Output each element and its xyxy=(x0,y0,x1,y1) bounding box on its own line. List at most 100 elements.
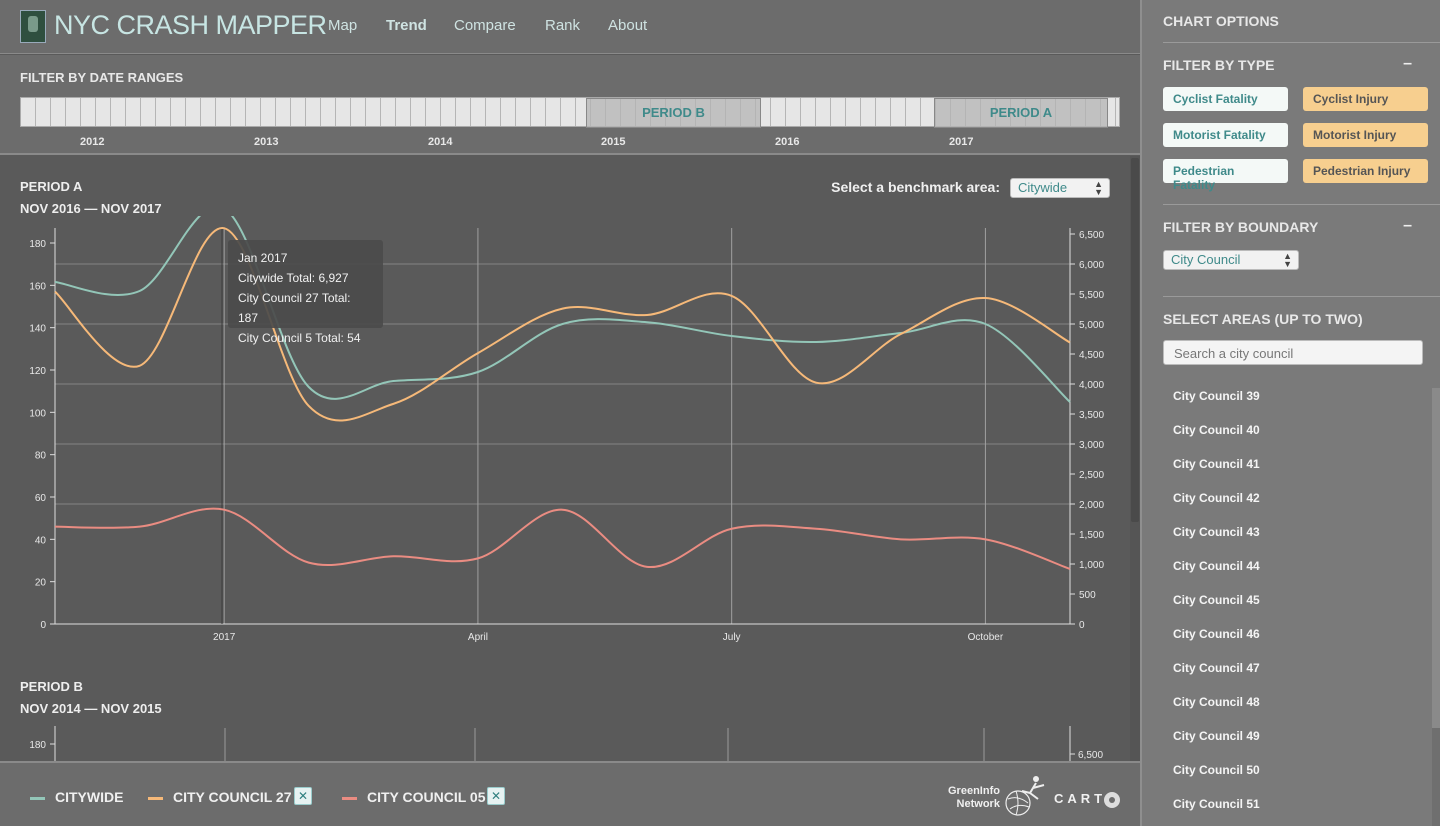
period-a-line-chart[interactable]: 0 20 40 60 80 100 120 140 160 180 0 500 1,000 1,500 2… xyxy=(0,216,1130,706)
right-y-axis: 0 500 1,000 1,500 2,000 2,500 3,000 3,500 4,000 4… xyxy=(1069,228,1104,631)
boundary-select[interactable]: City Council ▲ ▼ xyxy=(1163,250,1299,270)
select-arrows-icon: ▲ ▼ xyxy=(1094,179,1103,197)
y-tick-label: 40 xyxy=(35,535,47,546)
period-b-brush[interactable]: PERIOD B xyxy=(586,98,761,128)
area-search-input[interactable]: Search a city council xyxy=(1163,340,1423,365)
y-tick-label: 0 xyxy=(40,620,46,631)
y-tick-label: 140 xyxy=(29,324,46,335)
legend-label: CITY COUNCIL 05 xyxy=(367,789,486,805)
chart-options-sidebar: CHART OPTIONS FILTER BY TYPE – Cyclist F… xyxy=(1140,0,1440,826)
app-title[interactable]: NYC CRASH MAPPER xyxy=(54,10,327,41)
motorist-fatality-toggle[interactable]: Motorist Fatality xyxy=(1163,123,1288,147)
boundary-select-value: City Council xyxy=(1171,252,1241,267)
x-axis: 2017 April July October xyxy=(55,623,1070,643)
nav-map[interactable]: Map xyxy=(328,17,357,34)
period-a-range: NOV 2016 — NOV 2017 xyxy=(20,201,162,216)
legend-swatch xyxy=(342,796,357,800)
area-list-item[interactable]: City Council 46 xyxy=(1173,627,1260,641)
greeninfo-logo[interactable]: GreenInfo Network xyxy=(948,785,1000,811)
nav-trend[interactable]: Trend xyxy=(386,17,427,34)
trend-charts-panel: PERIOD A NOV 2016 — NOV 2017 Select a be… xyxy=(0,156,1140,761)
sidebar-divider xyxy=(1163,42,1440,43)
app-header: NYC CRASH MAPPER Map Trend Compare Rank … xyxy=(0,0,1140,54)
filter-boundary-heading: FILTER BY BOUNDARY xyxy=(1163,219,1319,235)
pedestrian-fatality-toggle[interactable]: Pedestrian Fatality xyxy=(1163,159,1288,192)
area-list-item[interactable]: City Council 44 xyxy=(1173,559,1260,573)
area-list-item[interactable]: City Council 39 xyxy=(1173,389,1260,403)
legend-swatch xyxy=(30,796,45,800)
cyclist-injury-toggle[interactable]: Cyclist Injury xyxy=(1303,87,1428,111)
y-tick-label: 0 xyxy=(1079,620,1085,631)
area-list-item[interactable]: City Council 47 xyxy=(1173,661,1260,675)
y-tick-label: 3,500 xyxy=(1079,410,1104,421)
period-a-title: PERIOD A xyxy=(20,179,83,194)
timeline-year-label: 2012 xyxy=(80,136,105,148)
sidebar-divider xyxy=(1163,296,1440,297)
motorist-injury-toggle[interactable]: Motorist Injury xyxy=(1303,123,1428,147)
area-list-item[interactable]: City Council 50 xyxy=(1173,763,1260,777)
y-tick-label: 6,500 xyxy=(1079,230,1104,241)
area-list-item[interactable]: City Council 43 xyxy=(1173,525,1260,539)
y-tick-label: 180 xyxy=(29,239,46,250)
period-b-title: PERIOD B xyxy=(20,679,83,694)
area-list-item[interactable]: City Council 42 xyxy=(1173,491,1260,505)
app-logo-icon[interactable] xyxy=(20,10,46,43)
cyclist-fatality-toggle[interactable]: Cyclist Fatality xyxy=(1163,87,1288,111)
area-list-item[interactable]: City Council 40 xyxy=(1173,423,1260,437)
y-tick-label: 1,500 xyxy=(1079,530,1104,541)
timeline-year-label: 2017 xyxy=(949,136,974,148)
remove-city-council-05-button[interactable]: ✕ xyxy=(487,787,505,805)
area-list-item[interactable]: City Council 45 xyxy=(1173,593,1260,607)
legend-swatch xyxy=(148,796,163,800)
series-line-city-council-05 xyxy=(54,507,1071,570)
period-a-brush[interactable]: PERIOD A xyxy=(934,98,1108,128)
y-tick-label: 60 xyxy=(35,493,47,504)
remove-city-council-27-button[interactable]: ✕ xyxy=(294,787,312,805)
filter-type-heading: FILTER BY TYPE xyxy=(1163,57,1275,73)
carto-circle-icon xyxy=(1104,791,1121,808)
collapse-boundary-filter-icon[interactable]: – xyxy=(1403,217,1412,235)
tooltip-month: Jan 2017 xyxy=(238,251,288,265)
x-tick-label: 2017 xyxy=(213,632,236,643)
benchmark-label: Select a benchmark area: xyxy=(831,179,1000,195)
y-tick-label: 2,500 xyxy=(1079,470,1104,481)
left-y-axis: 0 20 40 60 80 100 120 140 160 180 xyxy=(29,228,56,631)
tooltip-cc5: City Council 5 Total: 54 xyxy=(238,331,361,345)
y-tick-label: 4,500 xyxy=(1079,350,1104,361)
collapse-type-filter-icon[interactable]: – xyxy=(1403,55,1412,73)
nav-about[interactable]: About xyxy=(608,17,647,34)
chart-series xyxy=(54,216,1071,570)
carto-logo-text: CART xyxy=(1054,791,1107,806)
y-tick-label: 80 xyxy=(35,451,47,462)
select-arrows-icon: ▲ ▼ xyxy=(1283,251,1292,269)
period-b-line-chart[interactable]: 180 6,500 xyxy=(0,726,1130,761)
period-b-range: NOV 2014 — NOV 2015 xyxy=(20,701,162,716)
y-tick-label: 4,000 xyxy=(1079,380,1104,391)
select-areas-heading: SELECT AREAS (UP TO TWO) xyxy=(1163,311,1363,327)
y-tick-label: 20 xyxy=(35,578,47,589)
sidebar-scrollbar-thumb[interactable] xyxy=(1432,728,1440,826)
carto-logo[interactable]: CART xyxy=(1054,791,1121,808)
nav-rank[interactable]: Rank xyxy=(545,17,580,34)
y-tick-label: 5,000 xyxy=(1079,320,1104,331)
area-list-item[interactable]: City Council 49 xyxy=(1173,729,1260,743)
area-list-item[interactable]: City Council 51 xyxy=(1173,797,1260,811)
chart-options-heading: CHART OPTIONS xyxy=(1163,13,1279,29)
main-scrollbar-thumb[interactable] xyxy=(1131,158,1139,522)
y-tick-label: 2,000 xyxy=(1079,500,1104,511)
y-tick-label: 500 xyxy=(1079,590,1096,601)
legend-citywide: CITYWIDE xyxy=(30,789,123,805)
pedestrian-injury-toggle[interactable]: Pedestrian Injury xyxy=(1303,159,1428,183)
y-tick-label: 160 xyxy=(29,281,46,292)
nav-compare[interactable]: Compare xyxy=(454,17,516,34)
timeline-year-label: 2013 xyxy=(254,136,279,148)
legend-bar: CITYWIDE CITY COUNCIL 27 ✕ CITY COUNCIL … xyxy=(0,761,1140,826)
y-tick-label: 6,000 xyxy=(1079,260,1104,271)
area-list-item[interactable]: City Council 41 xyxy=(1173,457,1260,471)
benchmark-select-value: Citywide xyxy=(1018,180,1068,195)
legend-label: CITY COUNCIL 27 xyxy=(173,789,292,805)
date-timeline-brush[interactable]: PERIOD B PERIOD A xyxy=(20,97,1120,128)
benchmark-select[interactable]: Citywide ▲ ▼ xyxy=(1010,178,1110,198)
main-scrollbar[interactable] xyxy=(1130,156,1140,761)
area-list-item[interactable]: City Council 48 xyxy=(1173,695,1260,709)
